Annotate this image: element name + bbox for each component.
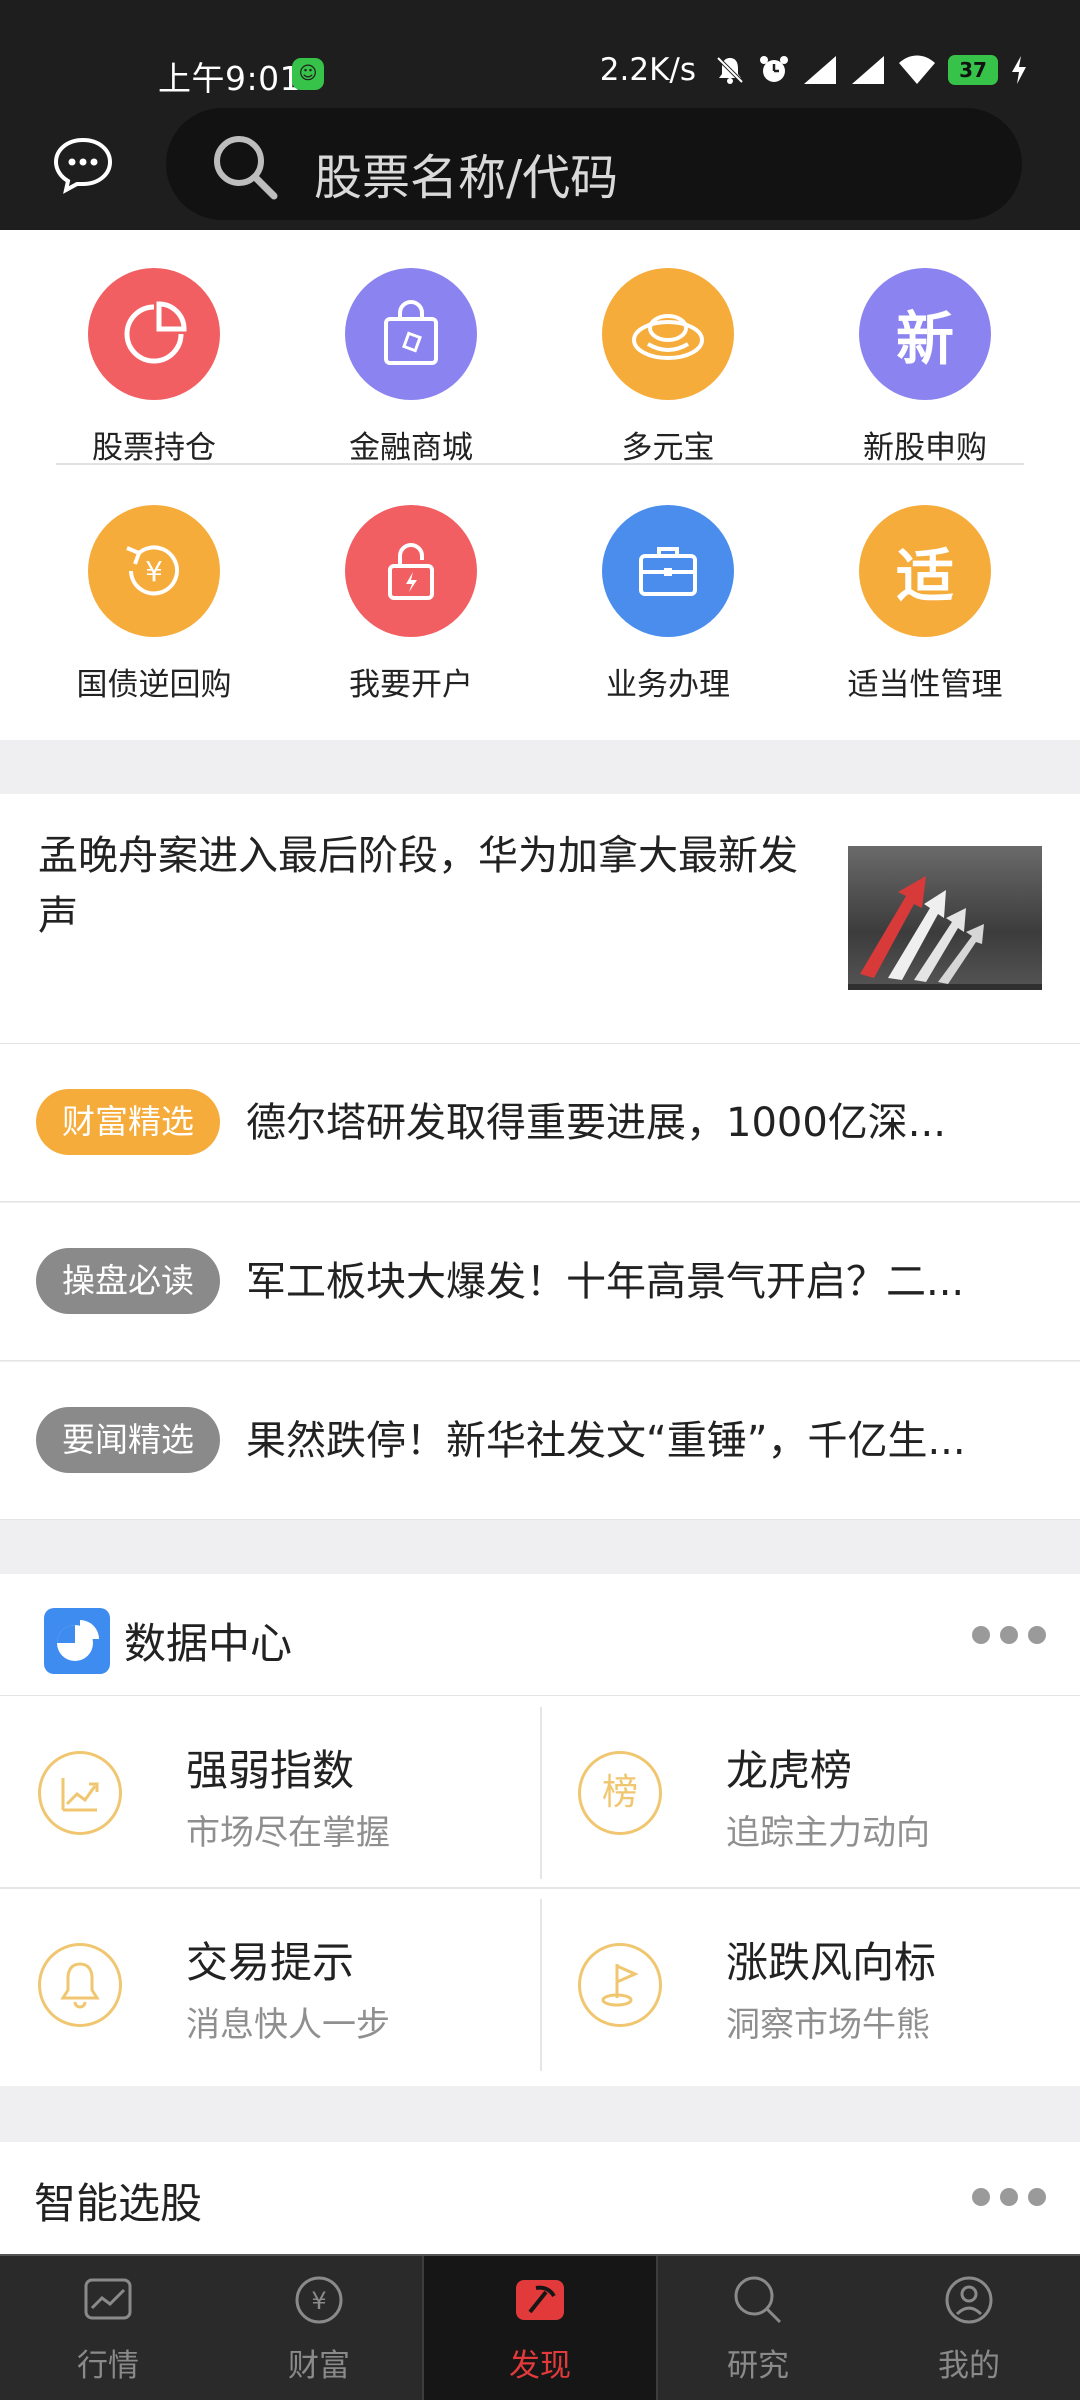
quick-item-label: 业务办理 [606,667,730,703]
news-title: 军工板块大爆发！十年高景气开启？二... [246,1259,965,1305]
data-item-trade-alert[interactable]: 交易提示 消息快人一步 [0,1889,540,2079]
news-item[interactable]: 操盘必读 军工板块大爆发！十年高景气开启？二... [0,1203,1080,1361]
nav-label: 研究 [727,2348,789,2384]
nav-tab-market[interactable]: 行情 [0,2256,216,2400]
data-item-subtitle: 市场尽在掌握 [186,1813,390,1853]
news-tag: 要闻精选 [36,1407,220,1473]
search-bar[interactable]: 股票名称/代码 [166,108,1022,220]
bottom-navigation: 行情 ¥ 财富 发现 研究 我的 [0,2254,1080,2400]
quick-item-finance-mall[interactable]: 金融商城 [283,268,539,467]
grid-divider [540,1707,542,1879]
shopping-bag-icon [345,268,477,400]
status-icons: 2.2K/s 37 [600,52,1028,88]
nav-tab-discover[interactable]: 发现 [424,2256,656,2400]
news-tag: 财富精选 [36,1089,220,1155]
nav-label: 发现 [509,2348,571,2384]
signal-icon [804,56,836,84]
mute-bell-icon [716,56,744,84]
app-notification-icon: ☺ [292,58,324,90]
quick-item-label: 金融商城 [349,430,473,466]
news-title: 德尔塔研发取得重要进展，1000亿深... [246,1100,946,1146]
wifi-icon [899,55,935,84]
data-item-name: 强弱指数 [186,1746,355,1795]
data-item-dragon-tiger-list[interactable]: 榜 龙虎榜 追踪主力动向 [540,1697,1080,1887]
nav-tab-mine[interactable]: 我的 [858,2256,1080,2400]
quick-item-business[interactable]: 业务办理 [540,505,796,704]
clock: 上午9:01 [158,59,302,98]
quick-item-duoyuanbao[interactable]: 多元宝 [540,268,796,467]
data-item-name: 涨跌风向标 [726,1938,937,1987]
news-title: 果然跌停！新华社发文“重锤”，千亿生... [246,1418,966,1464]
message-icon[interactable] [50,132,116,198]
new-ipo-icon: 新 [859,268,991,400]
search-icon [734,2276,782,2324]
data-center-section: 数据中心 强弱指数 市场尽在掌握 榜 龙虎榜 追踪主力动向 交易提示 消息快人一… [0,1574,1080,2086]
discover-pickaxe-icon [516,2280,564,2320]
alarm-icon [760,56,788,82]
data-item-name: 龙虎榜 [726,1746,853,1795]
pie-chart-icon [44,1608,110,1674]
trend-chart-icon [38,1751,122,1835]
top-header: 股票名称/代码 [0,100,1080,230]
briefcase-icon [602,505,734,637]
quick-item-label: 新股申购 [863,430,987,466]
signal-icon-2 [852,56,884,84]
svg-text:¥: ¥ [145,555,163,588]
news-tag: 操盘必读 [36,1248,220,1314]
quick-item-label: 我要开户 [349,667,473,703]
quick-item-suitability[interactable]: 适 适当性管理 [797,505,1053,704]
quick-item-label: 多元宝 [621,430,715,466]
svg-text:¥: ¥ [311,2287,326,2315]
market-chart-icon [84,2278,132,2320]
quick-function-grid: 股票持仓 金融商城 多元宝 新 新股申购 ¥ 国债逆回购 我要开户 业务办理 适… [0,230,1080,740]
section-title: 数据中心 [124,1619,293,1668]
bell-icon [38,1943,122,2027]
network-speed: 2.2K/s [599,52,696,88]
news-thumbnail [848,846,1042,990]
yuan-coin-icon: ¥ [295,2276,343,2324]
quick-item-open-account[interactable]: 我要开户 [283,505,539,704]
grid-divider [56,463,1024,465]
news-item[interactable]: 要闻精选 果然跌停！新华社发文“重锤”，千亿生... [0,1362,1080,1520]
status-bar: 上午9:01 ☺ 2.2K/s 37 [0,0,1080,100]
more-icon[interactable] [972,1626,1046,1646]
quick-item-label: 股票持仓 [92,430,216,466]
quick-item-label: 适当性管理 [847,667,1003,703]
nav-label: 行情 [77,2348,139,2384]
flag-icon [578,1943,662,2027]
user-profile-icon [945,2276,993,2324]
smart-pick-section: 智能选股 [0,2142,1080,2254]
bang-icon: 榜 [578,1751,662,1835]
pie-chart-icon [88,268,220,400]
headline-news-card[interactable]: 孟晚舟案进入最后阶段，华为加拿大最新发声 [0,794,1080,1044]
nav-label: 我的 [938,2348,1000,2384]
news-item[interactable]: 财富精选 德尔塔研发取得重要进展，1000亿深... [0,1044,1080,1202]
data-item-subtitle: 洞察市场牛熊 [726,2005,930,2045]
battery-icon: 37 [948,55,998,85]
search-icon [214,136,278,200]
data-item-subtitle: 消息快人一步 [186,2005,390,2045]
data-item-strength-index[interactable]: 强弱指数 市场尽在掌握 [0,1697,540,1887]
nav-label: 财富 [288,2348,350,2384]
unlock-icon [345,505,477,637]
yuan-refresh-icon: ¥ [88,505,220,637]
charging-icon [1012,56,1026,84]
more-icon[interactable] [972,2188,1046,2208]
suitability-icon: 适 [859,505,991,637]
section-title: 智能选股 [34,2179,203,2228]
nav-tab-wealth[interactable]: ¥ 财富 [216,2256,422,2400]
grid-divider [540,1899,542,2071]
quick-item-label: 国债逆回购 [76,667,232,703]
quick-item-ipo-subscription[interactable]: 新 新股申购 [797,268,1053,467]
gold-ingot-icon [602,268,734,400]
quick-item-stock-holdings[interactable]: 股票持仓 [26,268,282,467]
data-item-subtitle: 追踪主力动向 [726,1813,930,1853]
data-item-name: 交易提示 [186,1938,355,1987]
quick-item-reverse-repo[interactable]: ¥ 国债逆回购 [26,505,282,704]
nav-tab-research[interactable]: 研究 [658,2256,858,2400]
data-center-header: 数据中心 [0,1574,1080,1696]
headline-title: 孟晚舟案进入最后阶段，华为加拿大最新发声 [38,833,798,939]
data-item-market-indicator[interactable]: 涨跌风向标 洞察市场牛熊 [540,1889,1080,2079]
search-placeholder: 股票名称/代码 [314,150,619,206]
